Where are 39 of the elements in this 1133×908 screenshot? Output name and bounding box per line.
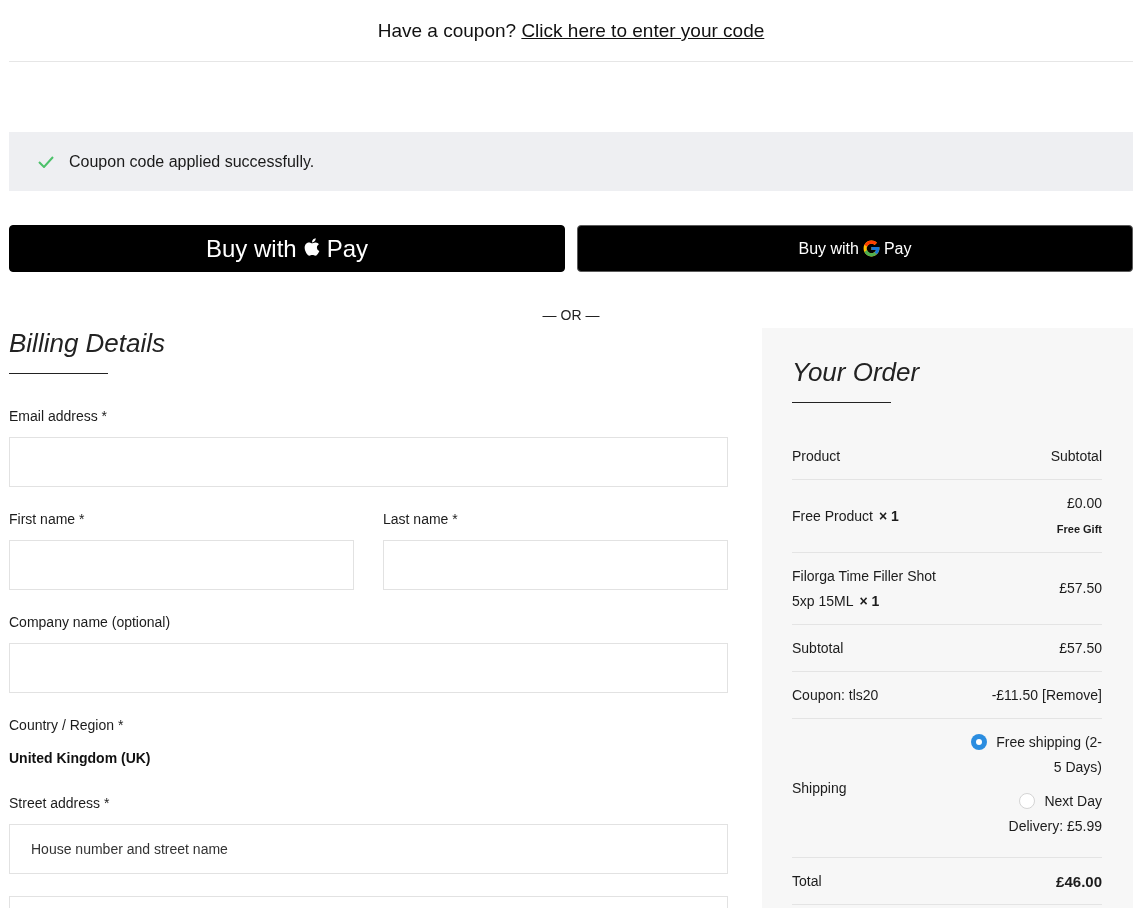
input-field[interactable] (9, 540, 354, 590)
country-value: United Kingdom (UK) (9, 749, 152, 768)
total-label: Total (792, 871, 823, 891)
product-price: £0.00 (1066, 493, 1102, 513)
product-name: Filorga Time Filler Shot 5xp 15ML × 1 (792, 566, 937, 611)
field-label: Street address * (9, 794, 111, 813)
input-field[interactable] (9, 437, 728, 487)
column-header: Subtotal (1049, 446, 1102, 466)
shipping-label: Shipping (792, 778, 848, 798)
field-label: First name * (9, 510, 86, 529)
input-field[interactable]: House number and street name (9, 824, 728, 874)
product-price: £57.50 (1059, 579, 1102, 598)
total-value: £46.00 (1055, 871, 1102, 892)
field-label: Email address * (9, 407, 109, 426)
or-separator: — OR — (542, 307, 600, 323)
coupon-link[interactable]: Click here to enter your code (521, 20, 765, 41)
field-label: Company name (optional) (9, 613, 172, 632)
input-field[interactable] (383, 540, 728, 590)
field-label: Last name * (383, 510, 459, 529)
shipping-option[interactable]: Next Day Delivery: £5.99 (968, 788, 1102, 839)
subtotal-label: Subtotal (792, 638, 845, 658)
shipping-option[interactable]: Free shipping (2-5 Days) (968, 729, 1102, 780)
product-note: Free Gift (1056, 521, 1102, 537)
order-heading: Your Order (792, 357, 921, 387)
g-logo-icon (861, 239, 881, 258)
coupon-label: Coupon: tls20 (792, 685, 880, 705)
google-pay-button[interactable]: Buy with Pay (577, 225, 1133, 272)
subtotal-value: £57.50 (1058, 638, 1102, 658)
field-label: Country / Region * (9, 716, 125, 735)
check-icon (38, 155, 54, 168)
product-name: Free Product × 1 (792, 506, 900, 526)
notice-message: Coupon code applied successfully. (69, 151, 315, 172)
apple-pay-button[interactable]: Buy with Pay (9, 225, 565, 272)
coupon-prompt: Have a coupon? Click here to enter your code (377, 19, 765, 43)
column-header: Product (792, 446, 842, 466)
coupon-amount: -£11.50 (991, 685, 1039, 705)
input-field[interactable] (9, 643, 728, 693)
billing-heading: Billing Details (9, 328, 167, 358)
remove-link[interactable]: [Remove] (1042, 682, 1102, 708)
